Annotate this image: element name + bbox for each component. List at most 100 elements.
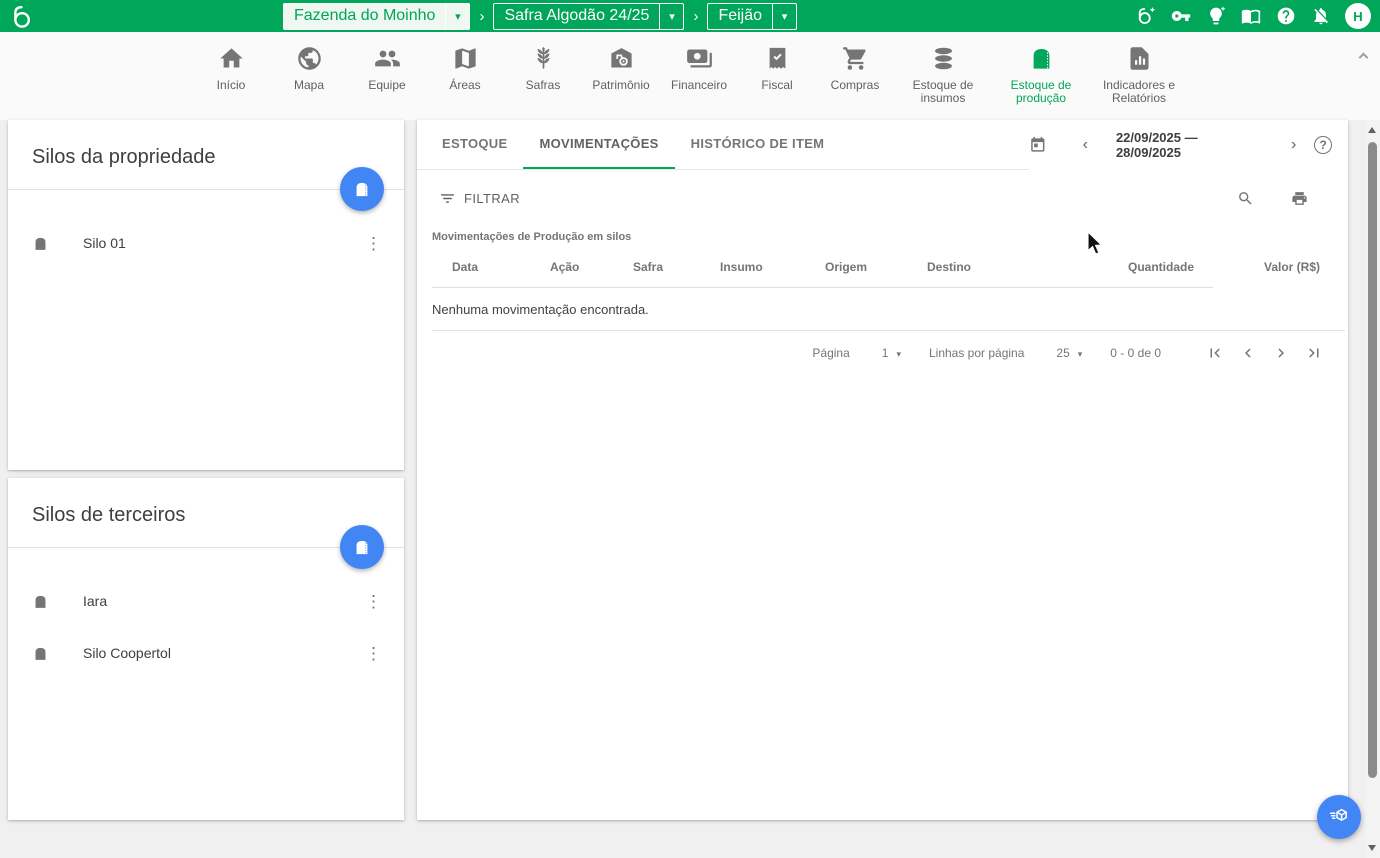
empty-state-message: Nenhuma movimentação encontrada.: [417, 288, 1348, 330]
tab-historico-de-item[interactable]: HISTÓRICO DE ITEM: [675, 120, 841, 169]
receipt-check-icon: [744, 43, 810, 73]
table-actions: [1237, 190, 1308, 207]
cube-speed-icon: [1327, 805, 1351, 829]
tab-movimentacoes[interactable]: MOVIMENTAÇÕES: [523, 120, 674, 169]
table-caption: Movimentações de Produção em silos: [417, 207, 1348, 243]
filter-button[interactable]: FILTRAR: [439, 190, 520, 207]
filter-row: FILTRAR: [417, 170, 1348, 207]
panel-toolbar: ESTOQUE MOVIMENTAÇÕES HISTÓRICO DE ITEM …: [417, 120, 1348, 170]
card-title: Silos da propriedade: [32, 146, 380, 169]
page-select[interactable]: 1▾: [882, 346, 901, 360]
module-nav: Início Mapa Equipe Áreas Safras Patrimôn…: [0, 32, 1380, 120]
quick-action-button[interactable]: [1317, 795, 1361, 839]
chevron-down-icon[interactable]: ▾: [659, 4, 683, 29]
tab-bar: ESTOQUE MOVIMENTAÇÕES HISTÓRICO DE ITEM: [417, 120, 1029, 170]
silo-icon: [32, 644, 49, 663]
chevron-down-icon: ▾: [896, 349, 901, 359]
next-page-icon[interactable]: [1272, 344, 1290, 362]
aegro-plus-icon[interactable]: [1135, 6, 1156, 27]
scroll-up-icon[interactable]: [1368, 127, 1376, 133]
pagination: Página 1▾ Linhas por página 25▾ 0 - 0 de…: [417, 331, 1348, 362]
prev-page-icon[interactable]: [1239, 344, 1257, 362]
date-range-picker: ‹ 22/09/2025 — 28/09/2025 › ?: [1029, 120, 1348, 170]
crop-selector[interactable]: Feijão ▾: [707, 3, 797, 30]
column-header: Ação: [550, 260, 633, 274]
next-week-icon[interactable]: ›: [1285, 136, 1302, 154]
tab-estoque[interactable]: ESTOQUE: [426, 120, 523, 169]
movimentacoes-panel: ESTOQUE MOVIMENTAÇÕES HISTÓRICO DE ITEM …: [417, 120, 1348, 820]
silos-propriedade-card: Silos da propriedade Silo 01 ⋮: [8, 120, 404, 470]
column-header: Quantidade: [1072, 260, 1194, 274]
list-item[interactable]: Iara ⋮: [8, 575, 404, 627]
first-page-icon[interactable]: [1206, 344, 1224, 362]
scroll-down-icon[interactable]: [1368, 845, 1376, 851]
silo-list: Iara ⋮ Silo Coopertol ⋮: [8, 548, 404, 679]
silo-icon: [352, 179, 372, 199]
globe-icon: [276, 43, 342, 73]
people-icon: [354, 43, 420, 73]
breadcrumb-separator-icon: ›: [479, 8, 484, 25]
key-icon[interactable]: [1170, 6, 1191, 27]
book-icon[interactable]: [1240, 6, 1261, 27]
help-icon[interactable]: [1275, 6, 1296, 27]
nav-fiscal[interactable]: Fiscal: [744, 43, 810, 120]
nav-estoque-producao[interactable]: Estoque de produção: [998, 43, 1084, 120]
nav-equipe[interactable]: Equipe: [354, 43, 420, 120]
last-page-icon[interactable]: [1305, 344, 1323, 362]
nav-indicadores[interactable]: Indicadores e Relatórios: [1096, 43, 1182, 120]
home-icon: [198, 43, 264, 73]
card-title: Silos de terceiros: [32, 504, 380, 527]
filter-icon: [439, 190, 456, 207]
add-silo-button[interactable]: [340, 167, 384, 211]
nav-mapa[interactable]: Mapa: [276, 43, 342, 120]
nav-financeiro[interactable]: Financeiro: [666, 43, 732, 120]
aegro-logo-icon: [10, 3, 33, 30]
season-selector[interactable]: Safra Algodão 24/25 ▾: [493, 3, 684, 30]
kebab-menu-icon[interactable]: ⋮: [361, 591, 386, 612]
help-outline-icon[interactable]: ?: [1314, 136, 1332, 154]
kebab-menu-icon[interactable]: ⋮: [361, 643, 386, 664]
add-third-party-silo-button[interactable]: [340, 525, 384, 569]
silo-icon: [998, 43, 1084, 73]
money-icon: [666, 43, 732, 73]
avatar[interactable]: H: [1345, 3, 1371, 29]
column-header: Valor (R$): [1194, 260, 1320, 274]
farm-selector[interactable]: Fazenda do Moinho ▾: [283, 3, 470, 30]
print-icon[interactable]: [1291, 190, 1308, 207]
vertical-scrollbar[interactable]: [1365, 120, 1380, 858]
column-header: Insumo: [720, 260, 825, 274]
nav-compras[interactable]: Compras: [822, 43, 888, 120]
topbar-actions: H: [1135, 3, 1380, 29]
nav-safras[interactable]: Safras: [510, 43, 576, 120]
silo-icon: [32, 592, 49, 611]
list-item[interactable]: Silo Coopertol ⋮: [8, 627, 404, 679]
card-header: Silos da propriedade: [8, 120, 404, 190]
list-item[interactable]: Silo 01 ⋮: [8, 217, 404, 269]
scrollbar-thumb[interactable]: [1368, 142, 1377, 778]
nav-estoque-insumos[interactable]: Estoque de insumos: [900, 43, 986, 120]
column-header: Destino: [927, 260, 1072, 274]
lightbulb-plus-icon[interactable]: [1205, 6, 1226, 27]
prev-week-icon[interactable]: ‹: [1077, 136, 1094, 154]
rows-per-page-select[interactable]: 25▾: [1056, 346, 1082, 360]
breadcrumb: Fazenda do Moinho ▾ › Safra Algodão 24/2…: [283, 3, 797, 30]
nav-patrimonio[interactable]: Patrimônio: [588, 43, 654, 120]
date-range-label[interactable]: 22/09/2025 — 28/09/2025: [1116, 130, 1263, 160]
report-chart-icon: [1096, 43, 1182, 73]
chevron-down-icon[interactable]: ▾: [445, 4, 469, 29]
silos-terceiros-card: Silos de terceiros Iara ⋮ Silo Coopertol…: [8, 478, 404, 820]
chevron-down-icon[interactable]: ▾: [772, 4, 796, 29]
wheat-icon: [510, 43, 576, 73]
search-icon[interactable]: [1237, 190, 1254, 207]
calendar-icon[interactable]: [1029, 136, 1047, 154]
table-header-row: Data Ação Safra Insumo Origem Destino Qu…: [432, 260, 1323, 287]
chevron-down-icon: ▾: [1078, 349, 1083, 359]
kebab-menu-icon[interactable]: ⋮: [361, 233, 386, 254]
range-indicator: 0 - 0 de 0: [1110, 346, 1161, 360]
collapse-nav-icon[interactable]: [1360, 54, 1372, 66]
notifications-off-icon[interactable]: [1310, 6, 1331, 27]
content-area: Silos da propriedade Silo 01 ⋮ Silos de …: [0, 120, 1380, 858]
tractor-shed-icon: [588, 43, 654, 73]
nav-inicio[interactable]: Início: [198, 43, 264, 120]
nav-areas[interactable]: Áreas: [432, 43, 498, 120]
